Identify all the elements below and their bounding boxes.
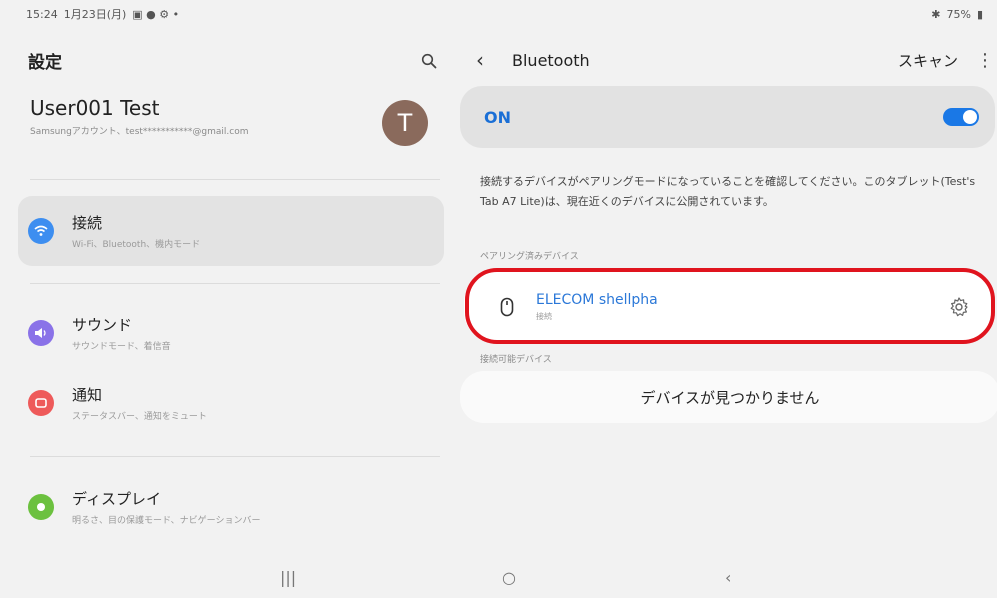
recent-apps-icon[interactable]: |||: [280, 568, 296, 587]
signal-icon: ✱: [931, 7, 941, 21]
paired-devices-header: ペアリング済みデバイス: [480, 252, 579, 262]
status-bar: 15:24 1月23日(月) ▣ ● ⚙ • ✱ 75% ▮: [0, 0, 997, 28]
settings-item-title: サウンド: [72, 316, 133, 334]
divider: [30, 456, 440, 457]
avatar[interactable]: T: [382, 100, 428, 146]
mouse-icon: [500, 297, 514, 317]
settings-item-subtitle: 明るさ、目の保護モード、ナビゲーションバー: [72, 516, 261, 526]
scan-button[interactable]: スキャン: [898, 50, 958, 71]
device-status: 接続: [536, 312, 552, 321]
settings-item-text: ディスプレイ 明るさ、目の保護モード、ナビゲーションバー: [72, 488, 260, 526]
toggle-knob: [963, 110, 977, 124]
available-devices-header: 接続可能デバイス: [480, 355, 552, 365]
search-icon[interactable]: [418, 50, 440, 72]
settings-pane: 設定 User001 Test Samsungアカウント、test*******…: [0, 28, 452, 558]
status-bar-right: ✱ 75% ▮: [931, 8, 983, 21]
settings-header: 設定: [28, 48, 440, 73]
wifi-icon: [28, 218, 54, 244]
page-title: Bluetooth: [512, 50, 590, 70]
settings-item-connections[interactable]: 接続 Wi-Fi、Bluetooth、機内モード: [18, 196, 444, 266]
settings-item-title: 通知: [72, 386, 103, 404]
no-devices-message: デバイスが見つかりません: [460, 371, 997, 423]
notification-icon: [28, 390, 54, 416]
paired-device-row[interactable]: ELECOM shellpha 接続: [464, 272, 994, 342]
toggle-label: ON: [484, 107, 511, 127]
navigation-bar: ||| ○ ‹: [0, 558, 997, 598]
display-icon: [28, 494, 54, 520]
settings-item-notifications[interactable]: 通知 ステータスバー、通知をミュート: [18, 368, 444, 438]
back-nav-icon[interactable]: ‹: [725, 568, 731, 587]
battery-level: 75%: [946, 7, 971, 21]
status-bar-left: 15:24 1月23日(月) ▣ ● ⚙ •: [26, 6, 179, 22]
settings-item-title: ディスプレイ: [72, 490, 161, 508]
settings-item-display[interactable]: ディスプレイ 明るさ、目の保護モード、ナビゲーションバー: [18, 472, 444, 542]
settings-item-text: 接続 Wi-Fi、Bluetooth、機内モード: [72, 212, 200, 250]
device-name: ELECOM shellpha: [536, 292, 658, 308]
account-email: Samsungアカウント、test***********@gmail.com: [30, 127, 249, 137]
account-row[interactable]: User001 Test Samsungアカウント、test**********…: [30, 96, 442, 166]
divider: [30, 179, 440, 180]
settings-item-sound[interactable]: サウンド サウンドモード、着信音: [18, 298, 444, 368]
status-icons: ▣ ● ⚙ •: [132, 7, 180, 21]
status-time: 15:24: [26, 7, 58, 21]
page-title: 設定: [28, 53, 62, 73]
more-options-icon[interactable]: ⋮: [976, 50, 994, 71]
bluetooth-header: ‹ Bluetooth スキャン ⋮: [476, 46, 994, 74]
settings-item-title: 接続: [72, 214, 103, 232]
account-name: User001 Test: [30, 96, 160, 120]
device-text: ELECOM shellpha 接続: [536, 292, 658, 322]
settings-item-text: 通知 ステータスバー、通知をミュート: [72, 384, 207, 422]
home-icon[interactable]: ○: [502, 568, 516, 587]
battery-icon: ▮: [976, 7, 983, 21]
gear-icon[interactable]: [948, 296, 970, 318]
status-date: 1月23日(月): [63, 8, 127, 21]
settings-item-subtitle: サウンドモード、着信音: [72, 342, 171, 352]
sound-icon: [28, 320, 54, 346]
bluetooth-toggle-row[interactable]: ON: [460, 86, 995, 148]
bluetooth-pane: ‹ Bluetooth スキャン ⋮ ON 接続するデバイスがペアリングモードに…: [456, 28, 997, 558]
bluetooth-toggle[interactable]: [943, 108, 979, 126]
settings-item-subtitle: Wi-Fi、Bluetooth、機内モード: [72, 240, 201, 250]
back-icon[interactable]: ‹: [476, 48, 498, 72]
settings-item-text: サウンド サウンドモード、着信音: [72, 314, 171, 352]
divider: [30, 283, 440, 284]
bluetooth-description: 接続するデバイスがペアリングモードになっていることを確認してください。このタブレ…: [480, 175, 976, 208]
settings-item-subtitle: ステータスバー、通知をミュート: [72, 412, 207, 422]
